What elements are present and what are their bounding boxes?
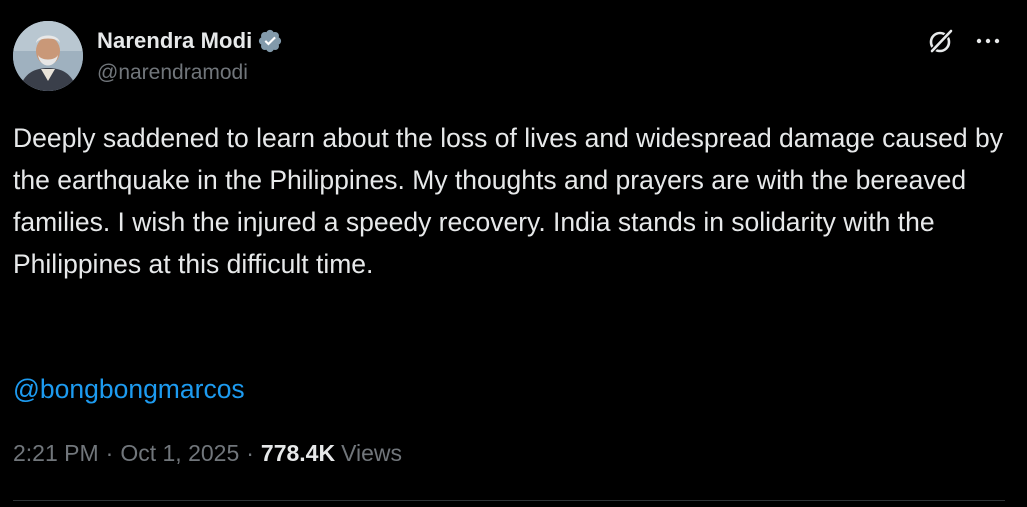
meta-separator: ·: [105, 440, 114, 466]
more-button[interactable]: [971, 24, 1005, 58]
tweet-text: Deeply saddened to learn about the loss …: [13, 123, 1003, 279]
name-row: Narendra Modi: [97, 28, 283, 54]
meta-separator: ·: [246, 440, 254, 466]
grok-icon: [929, 29, 953, 54]
grok-button[interactable]: [924, 24, 958, 58]
divider: [13, 500, 1005, 501]
verified-badge-icon[interactable]: [257, 28, 283, 54]
avatar[interactable]: [13, 21, 83, 91]
avatar-image: [13, 21, 83, 91]
tweet-card: Narendra Modi @narendramodi Deeply sadde…: [0, 0, 1027, 507]
tweet-time[interactable]: 2:21 PM: [13, 440, 99, 467]
mention-link[interactable]: @bongbongmarcos: [13, 368, 245, 410]
handle[interactable]: @narendramodi: [97, 61, 248, 85]
more-horizontal-icon: [976, 38, 1000, 44]
display-name[interactable]: Narendra Modi: [97, 28, 252, 54]
tweet-date[interactable]: Oct 1, 2025: [120, 440, 239, 467]
views-label: Views: [341, 440, 403, 466]
views-count[interactable]: 778.4K: [261, 440, 335, 467]
tweet-meta: 2:21 PM · Oct 1, 2025 · 778.4K Views: [13, 440, 402, 467]
